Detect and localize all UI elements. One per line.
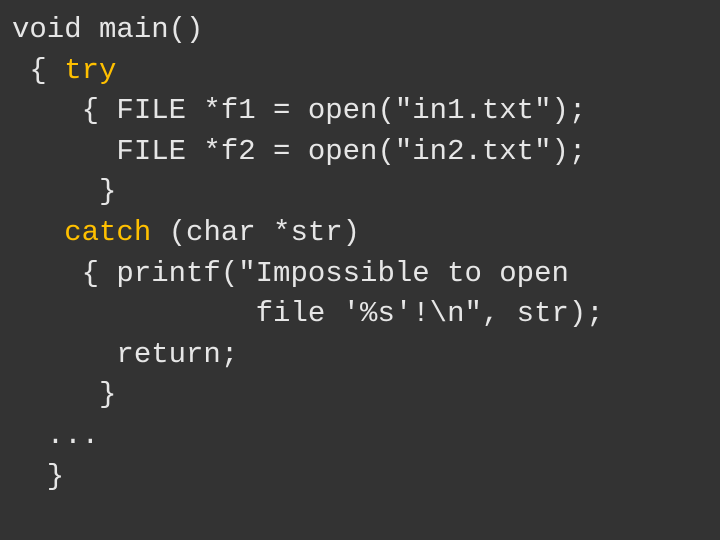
code-line: catch (char *str) bbox=[12, 216, 360, 249]
keyword-catch: catch bbox=[64, 216, 151, 249]
code-line: return; bbox=[12, 338, 238, 371]
code-block: void main() { try { FILE *f1 = open("in1… bbox=[0, 0, 720, 507]
code-line: } bbox=[12, 460, 64, 493]
code-line: { printf("Impossible to open bbox=[12, 257, 569, 290]
code-line: void main() bbox=[12, 13, 203, 46]
code-line: file '%s'!\n", str); bbox=[12, 297, 604, 330]
code-line: { FILE *f1 = open("in1.txt"); bbox=[12, 94, 586, 127]
keyword-try: try bbox=[64, 54, 116, 87]
code-line: ... bbox=[12, 419, 99, 452]
code-line: FILE *f2 = open("in2.txt"); bbox=[12, 135, 586, 168]
code-line: } bbox=[12, 175, 116, 208]
code-line: { try bbox=[12, 54, 116, 87]
code-line: } bbox=[12, 378, 116, 411]
